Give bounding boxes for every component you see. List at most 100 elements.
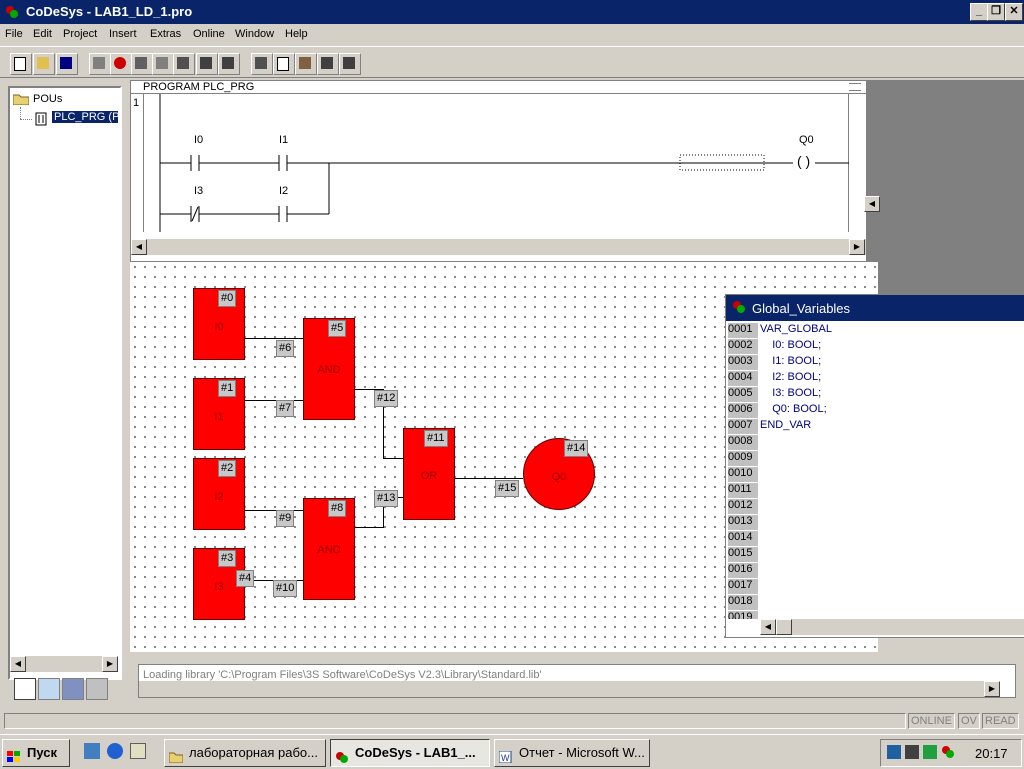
stop-icon[interactable] [110,53,132,75]
block-number: #14 [564,440,589,457]
menu-file[interactable]: File [5,28,23,40]
menu-project[interactable]: Project [63,28,97,40]
status-main [4,713,906,729]
copy-icon[interactable] [273,53,295,75]
minimize-button[interactable]: _ [970,3,988,21]
menu-online[interactable]: Online [193,28,225,40]
menu-bar: File Edit Project Insert Extras Online W… [0,24,1024,44]
gv-hscroll[interactable]: ◀ [760,619,1024,635]
tab-resources[interactable] [86,678,108,700]
start-label: Пуск [27,745,57,760]
tray-antivirus-icon[interactable] [923,745,937,759]
tree-root-label[interactable]: POUs [33,93,62,105]
status-read: READ [982,713,1019,729]
block-number: #11 [424,430,448,447]
block-number: #8 [328,500,347,517]
scroll-thumb[interactable] [776,619,792,635]
word-icon: W [498,746,513,764]
save-icon[interactable] [56,53,78,75]
connector-number: #10 [273,580,298,597]
ladder-diagram[interactable] [143,94,849,232]
gv-title-bar[interactable]: Global_Variables [726,295,1024,321]
line-number: 0013 [728,515,758,530]
scroll-right-icon[interactable]: ▶ [102,656,118,672]
pou-icon [35,112,47,126]
scroll-right-icon[interactable]: ▶ [849,239,865,255]
find-icon[interactable] [317,53,339,75]
header-grip [849,83,861,91]
line-number: 0017 [728,579,758,594]
cut-icon[interactable] [251,53,273,75]
connector-number: #12 [374,390,399,407]
open-icon[interactable] [33,53,55,75]
quicklaunch-ie-icon[interactable] [107,743,123,759]
connector-number: #7 [276,400,295,417]
line-number: 0006 [728,403,758,418]
replace-icon[interactable] [339,53,361,75]
task-codesys[interactable]: CoDeSys - LAB1_... [330,739,490,767]
scroll-left-icon[interactable]: ◀ [760,619,776,635]
task-word[interactable]: W Отчет - Microsoft W... [494,739,650,767]
paste-icon[interactable] [295,53,317,75]
title-bar: CoDeSys - LAB1_LD_1.pro _ ❐ ✕ [0,0,1024,24]
quicklaunch-outlook-icon[interactable] [130,743,146,759]
menu-insert[interactable]: Insert [109,28,137,40]
scroll-left-icon[interactable]: ◀ [131,239,147,255]
code-line: I3: BOOL; [760,387,822,399]
code-line: END_VAR [760,419,812,431]
tray-network-icon[interactable] [887,745,901,759]
line-number: 0014 [728,531,758,546]
task-label: Отчет - Microsoft W... [519,745,645,760]
gv-code-area[interactable]: 0001 VAR_GLOBAL 0002 I0: BOOL; 0003 I1: BOO… [726,323,1024,619]
start-button[interactable]: Пуск [2,739,70,767]
new-icon[interactable] [10,53,32,75]
line-number: 0012 [728,499,758,514]
close-button[interactable]: ✕ [1005,3,1023,21]
line-number: 0008 [728,435,758,450]
tree-item-plc-prg[interactable]: PLC_PRG (P [52,111,118,123]
run-icon[interactable] [131,53,153,75]
tree-scrollbar[interactable]: ◀ ▶ [10,656,118,672]
tab-pous[interactable] [14,678,36,700]
menu-window[interactable]: Window [235,28,274,40]
background-area [866,80,1024,294]
line-number: 0009 [728,451,758,466]
scroll-left-icon[interactable]: ◀ [10,656,26,672]
block-number: #3 [218,550,237,567]
line-number: 0004 [728,371,758,386]
connector-number: #6 [276,340,295,357]
menu-help[interactable]: Help [285,28,308,40]
contact-label-i1: I1 [279,134,289,146]
quicklaunch-desktop-icon[interactable] [84,743,100,759]
tab-visualizations[interactable] [62,678,84,700]
message-hscroll[interactable]: ▶ [139,681,1000,697]
tab-data-types[interactable] [38,678,60,700]
tray-keyboard-icon[interactable] [905,745,919,759]
message-text: Loading library 'C:\Program Files\3S Sof… [143,669,542,681]
login-icon[interactable] [89,53,111,75]
line-number: 0015 [728,547,758,562]
menu-edit[interactable]: Edit [33,28,52,40]
tray-codesys-icon[interactable] [941,745,955,759]
write-icon[interactable] [196,53,218,75]
line-number: 0019 [728,611,758,619]
tree-connector [20,119,32,121]
force-icon[interactable] [218,53,240,75]
editor-hscroll[interactable]: ◀ ▶ [131,239,866,255]
line-number: 0011 [728,483,758,498]
task-folder[interactable]: лабораторная рабо... [164,739,326,767]
clock: 20:17 [975,746,1008,761]
task-label: CoDeSys - LAB1_... [355,745,476,760]
restore-button[interactable]: ❐ [987,3,1005,21]
panel-collapse-icon[interactable]: ◀ [864,196,880,212]
block-number: #1 [218,380,237,397]
breakpoint-icon[interactable] [173,53,195,75]
connector-number: #15 [495,480,520,497]
menu-extras[interactable]: Extras [150,28,181,40]
scroll-right-icon[interactable]: ▶ [984,681,1000,697]
folder-icon [12,93,30,106]
line-number: 0002 [728,339,758,354]
connector-number: #13 [374,490,399,507]
step-icon[interactable] [152,53,174,75]
ld-editor: PROGRAM PLC_PRG 1 I0 I1 I3 I2 Q0 ( ) ◀ ▶ [130,80,867,262]
